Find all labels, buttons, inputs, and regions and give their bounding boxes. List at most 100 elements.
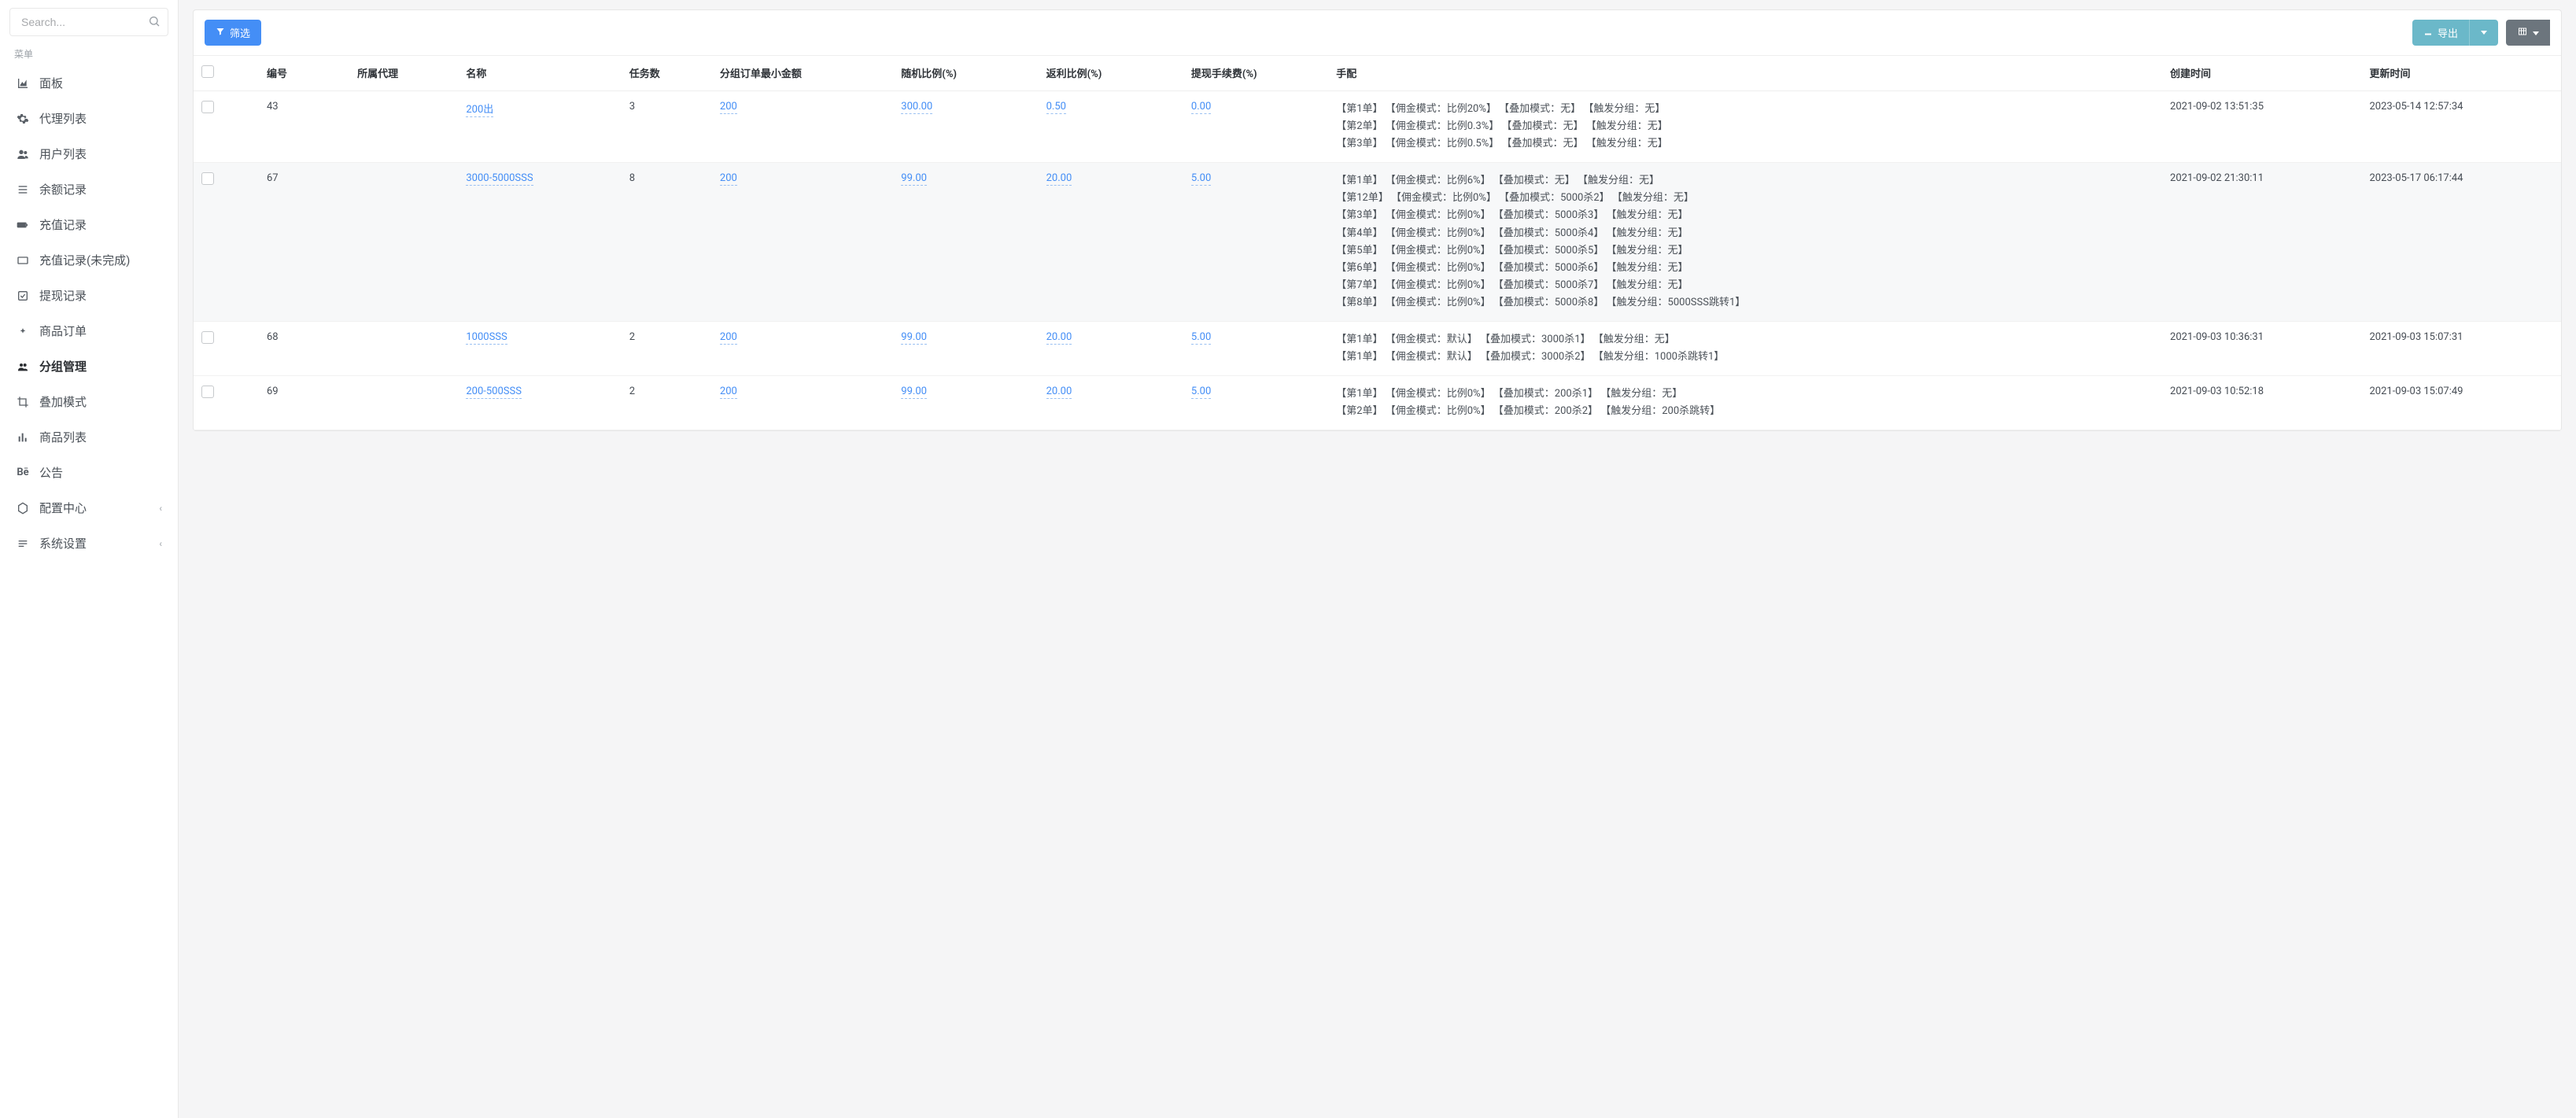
sidebar-item[interactable]: 充值记录(未完成)	[9, 242, 168, 278]
cell-minamt: 200	[712, 376, 893, 430]
cell-agent	[349, 91, 458, 163]
cell-rebate-link[interactable]: 20.00	[1046, 331, 1072, 345]
cell-checkbox	[194, 163, 259, 322]
th-hand[interactable]: 手配	[1328, 56, 2162, 91]
th-rebate-ratio[interactable]: 返利比例(%)	[1039, 56, 1183, 91]
sidebar-item-label: 分组管理	[39, 358, 87, 375]
sidebar-item-label: 商品列表	[39, 429, 87, 445]
cell-name-link[interactable]: 1000SSS	[466, 331, 507, 345]
menu-icon	[16, 537, 30, 550]
menu-list: 面板代理列表用户列表余额记录充值记录充值记录(未完成) 提现记录商品订单分组管理叠…	[9, 65, 168, 561]
sidebar-item[interactable]: 配置中心‹	[9, 490, 168, 526]
cell-fee-link[interactable]: 0.00	[1191, 101, 1211, 114]
row-checkbox[interactable]	[201, 331, 214, 344]
cell-ctime-value: 2021-09-03 10:36:31	[2170, 331, 2264, 343]
sidebar-item[interactable]: 余额记录	[9, 172, 168, 207]
cell-ctime-value: 2021-09-03 10:52:18	[2170, 386, 2264, 397]
menu-header: 菜单	[9, 47, 168, 65]
cell-name-link[interactable]: 3000-5000SSS	[466, 172, 533, 186]
sidebar-item[interactable]: 商品列表	[9, 419, 168, 455]
th-agent[interactable]: 所属代理	[349, 56, 458, 91]
cell-rebate: 20.00	[1039, 163, 1183, 322]
cell-hand: 【第1单】 【佣金模式：比例0%】 【叠加模式：200杀1】 【触发分组：无】【…	[1328, 376, 2162, 430]
sidebar-item-label: 系统设置	[39, 535, 87, 552]
row-checkbox[interactable]	[201, 101, 214, 113]
search-input[interactable]	[9, 8, 168, 36]
th-id[interactable]: 编号	[259, 56, 349, 91]
th-withdraw-fee[interactable]: 提现手续费(%)	[1183, 56, 1328, 91]
cell-rebate: 20.00	[1039, 322, 1183, 376]
cell-ctime-value: 2021-09-02 13:51:35	[2170, 101, 2264, 113]
cell-name-link[interactable]: 200-500SSS	[466, 386, 522, 399]
cell-utime-value: 2023-05-17 06:17:44	[2369, 172, 2463, 184]
sidebar-item[interactable]: 用户列表	[9, 136, 168, 172]
cell-fee: 5.00	[1183, 322, 1328, 376]
list-icon	[16, 183, 30, 196]
th-min-amount[interactable]: 分组订单最小金额	[712, 56, 893, 91]
th-ctime[interactable]: 创建时间	[2162, 56, 2361, 91]
cell-tasks: 2	[622, 322, 712, 376]
filter-button[interactable]: 筛选	[205, 20, 261, 46]
cell-minamt-link[interactable]: 200	[720, 101, 737, 114]
cell-checkbox	[194, 91, 259, 163]
cell-fee-link[interactable]: 5.00	[1191, 172, 1211, 186]
cell-name-link[interactable]: 200出	[466, 104, 493, 117]
cell-rand-link[interactable]: 99.00	[901, 386, 927, 399]
cell-rebate-link[interactable]: 20.00	[1046, 386, 1072, 399]
th-utime[interactable]: 更新时间	[2361, 56, 2561, 91]
cell-rand: 99.00	[893, 322, 1038, 376]
cell-rebate-link[interactable]: 20.00	[1046, 172, 1072, 186]
row-checkbox[interactable]	[201, 386, 214, 398]
battery-icon	[16, 219, 30, 231]
sidebar-item-label: 余额记录	[39, 181, 87, 197]
cell-id-value: 69	[267, 386, 279, 397]
cell-hand: 【第1单】 【佣金模式：比例20%】 【叠加模式：无】 【触发分组：无】【第2单…	[1328, 91, 2162, 163]
sidebar-item[interactable]: Bē公告	[9, 455, 168, 490]
sidebar-item[interactable]: 商品订单	[9, 313, 168, 349]
cell-rebate-link[interactable]: 0.50	[1046, 101, 1066, 114]
cell-utime: 2021-09-03 15:07:31	[2361, 322, 2561, 376]
filter-label: 筛选	[230, 25, 250, 40]
sidebar-item[interactable]: 叠加模式	[9, 384, 168, 419]
cell-checkbox	[194, 322, 259, 376]
cell-hand-text: 【第1单】 【佣金模式：比例0%】 【叠加模式：200杀1】 【触发分组：无】【…	[1336, 386, 2154, 420]
cell-rand-link[interactable]: 99.00	[901, 172, 927, 186]
cell-fee-link[interactable]: 5.00	[1191, 331, 1211, 345]
select-all-checkbox[interactable]	[201, 65, 214, 78]
row-checkbox[interactable]	[201, 172, 214, 185]
table-row: 69 200-500SSS 2 200 99.00 20.00 5.00 【第1单】 【佣金模…	[194, 376, 2561, 430]
cell-hand-text: 【第1单】 【佣金模式：默认】 【叠加模式：3000杀1】 【触发分组：无】【第…	[1336, 331, 2154, 366]
table-body: 43200出3200300.000.500.00【第1单】 【佣金模式：比例20…	[194, 91, 2561, 430]
export-dropdown-toggle[interactable]	[2469, 20, 2498, 46]
cell-fee-link[interactable]: 5.00	[1191, 386, 1211, 399]
sidebar-item-label: 代理列表	[39, 110, 87, 127]
th-tasks[interactable]: 任务数	[622, 56, 712, 91]
sidebar-item[interactable]: 系统设置‹	[9, 526, 168, 561]
cell-tasks-value: 2	[629, 386, 635, 397]
cell-rebate: 0.50	[1039, 91, 1183, 163]
bar-chart-icon	[16, 431, 30, 444]
cell-minamt: 200	[712, 163, 893, 322]
th-random-ratio[interactable]: 随机比例(%)	[893, 56, 1038, 91]
cell-name: 200出	[458, 91, 621, 163]
chevron-left-icon: ‹	[159, 503, 162, 514]
export-button[interactable]: 导出	[2412, 20, 2469, 46]
cell-id-value: 68	[267, 331, 279, 343]
cell-rand-link[interactable]: 300.00	[901, 101, 932, 114]
toolbar: 筛选 导出	[194, 10, 2561, 56]
cell-utime: 2023-05-14 12:57:34	[2361, 91, 2561, 163]
cell-rebate: 20.00	[1039, 376, 1183, 430]
cell-minamt-link[interactable]: 200	[720, 331, 737, 345]
cell-tasks-value: 2	[629, 331, 635, 343]
cell-minamt-link[interactable]: 200	[720, 386, 737, 399]
cell-minamt-link[interactable]: 200	[720, 172, 737, 186]
sidebar-item[interactable]: 分组管理	[9, 349, 168, 384]
sidebar-item[interactable]: 充值记录	[9, 207, 168, 242]
cell-rand-link[interactable]: 99.00	[901, 331, 927, 345]
sidebar-item-label: 提现记录	[39, 287, 87, 304]
sidebar-item[interactable]: 面板	[9, 65, 168, 101]
sidebar-item[interactable]: 代理列表	[9, 101, 168, 136]
sidebar-item[interactable]: 提现记录	[9, 278, 168, 313]
columns-button[interactable]	[2506, 20, 2550, 46]
th-name[interactable]: 名称	[458, 56, 621, 91]
